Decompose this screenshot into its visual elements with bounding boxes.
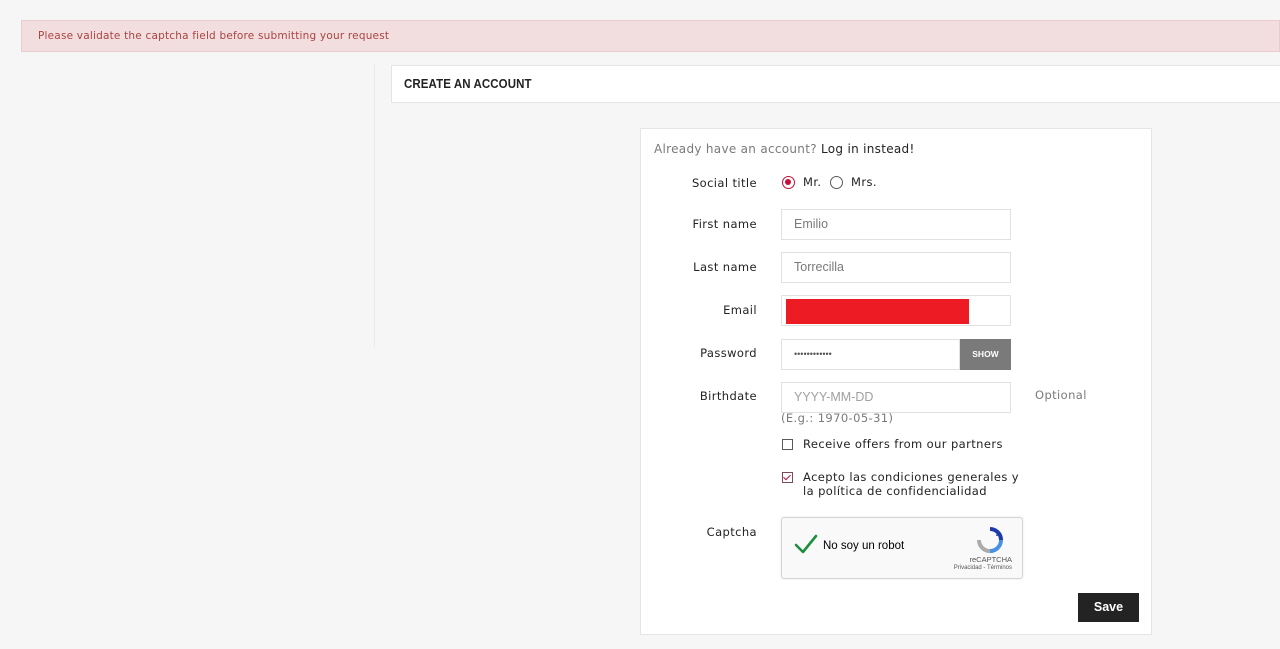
last-name-input[interactable]: Torrecilla (781, 252, 1011, 283)
birthdate-hint: (E.g.: 1970-05-31) (781, 411, 894, 425)
terms-label-line1[interactable]: Acepto las condiciones generales y (803, 470, 1019, 484)
recaptcha-widget[interactable]: No soy un robot reCAPTCHA Privacidad - T… (781, 517, 1023, 579)
page-header: CREATE AN ACCOUNT (391, 65, 1280, 103)
alert-message: Please validate the captcha field before… (38, 30, 390, 42)
terms-label-line2[interactable]: la política de confidencialidad (803, 484, 987, 498)
show-password-button[interactable]: SHOW (960, 339, 1011, 370)
email-label: Email (723, 303, 757, 317)
social-title-mr-radio[interactable] (782, 176, 795, 189)
offers-label[interactable]: Receive offers from our partners (803, 437, 1003, 451)
recaptcha-label: No soy un robot (823, 540, 905, 552)
registration-form: Already have an account? Log in instead!… (640, 128, 1152, 635)
offers-checkbox[interactable] (782, 439, 793, 450)
checkmark-icon (794, 534, 818, 554)
login-prompt-text: Already have an account? (654, 142, 817, 156)
left-column (21, 64, 375, 347)
terms-checkbox[interactable] (782, 472, 793, 483)
save-button[interactable]: Save (1078, 593, 1139, 622)
recaptcha-links[interactable]: Privacidad - Términos (954, 565, 1012, 571)
recaptcha-logo-icon (977, 527, 1003, 553)
password-input[interactable]: •••••••••••• (781, 339, 960, 370)
login-prompt: Already have an account? Log in instead! (654, 142, 915, 156)
birthdate-label: Birthdate (699, 389, 757, 403)
social-title-mr-label[interactable]: Mr. (803, 175, 821, 189)
social-title-label: Social title (691, 176, 757, 190)
birthdate-input[interactable]: YYYY-MM-DD (781, 382, 1011, 413)
captcha-label: Captcha (706, 525, 757, 539)
birthdate-optional-label: Optional (1035, 388, 1087, 402)
email-redaction (786, 299, 969, 324)
email-input[interactable] (781, 295, 1011, 326)
password-label: Password (700, 346, 757, 360)
social-title-mrs-radio[interactable] (830, 176, 843, 189)
last-name-label: Last name (693, 260, 757, 274)
first-name-label: First name (692, 217, 757, 231)
first-name-input[interactable]: Emilio (781, 209, 1011, 240)
captcha-error-alert: Please validate the captcha field before… (21, 20, 1280, 52)
recaptcha-brand: reCAPTCHA (969, 555, 1012, 564)
social-title-mrs-label[interactable]: Mrs. (851, 175, 877, 189)
login-link[interactable]: Log in instead! (821, 142, 915, 156)
page-title: CREATE AN ACCOUNT (404, 77, 532, 91)
